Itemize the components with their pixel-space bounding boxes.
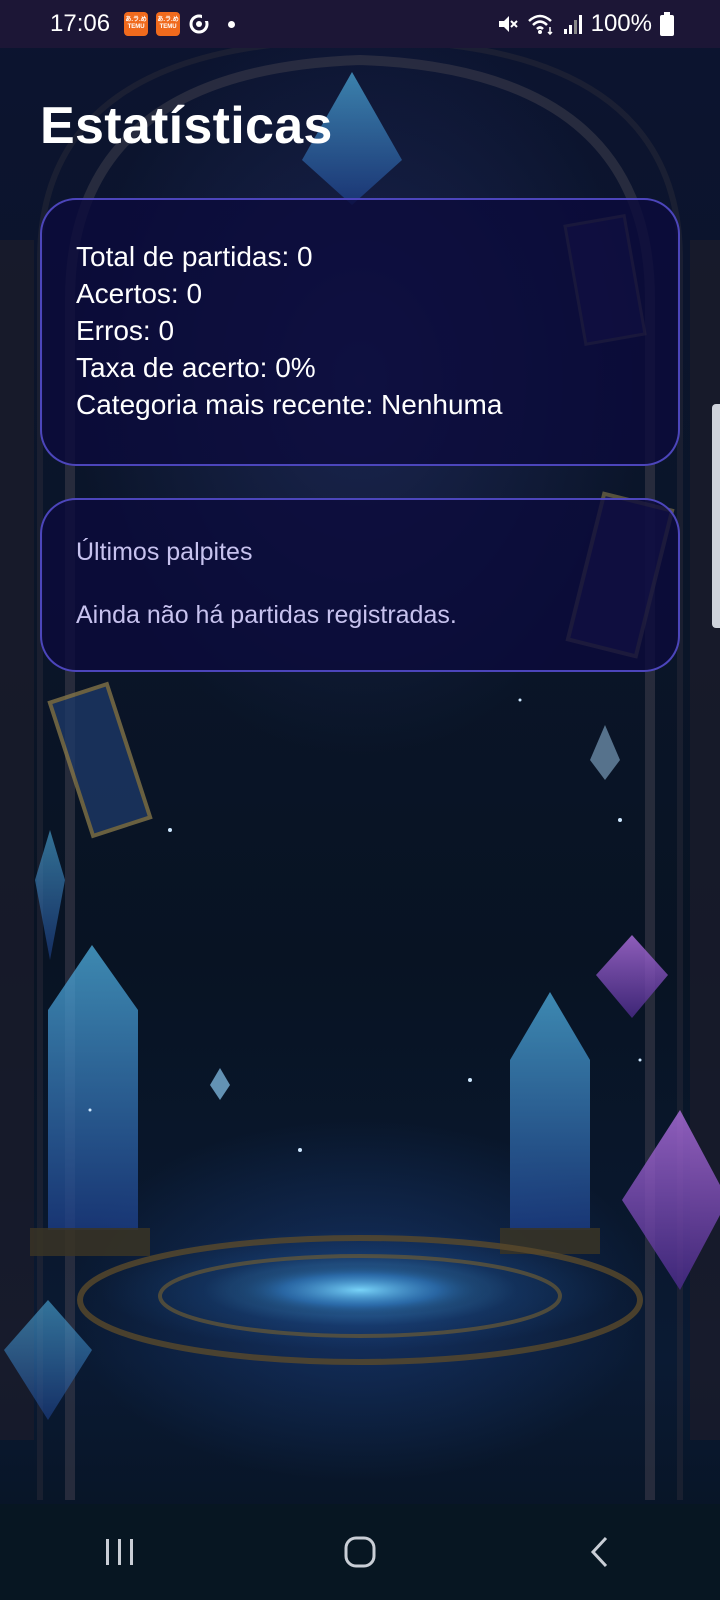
errors-text: Erros: 0 xyxy=(76,315,175,346)
temu-icon: あ.ラ.め TEMU xyxy=(124,12,149,36)
temu-icon-top-text: あ.ラ.め xyxy=(125,17,147,23)
status-right: 100% xyxy=(497,10,674,38)
dot-icon xyxy=(228,20,236,28)
wifi-icon xyxy=(527,14,553,35)
sync-ring-icon xyxy=(189,13,211,34)
recent-apps-icon xyxy=(106,1539,133,1565)
back-button[interactable] xyxy=(555,1517,645,1587)
recent-apps-button[interactable] xyxy=(75,1517,165,1587)
status-time: 17:06 xyxy=(50,10,111,37)
last-guesses-card: Últimos palpites Ainda não há partidas r… xyxy=(40,498,680,672)
navigation-bar xyxy=(0,1504,720,1600)
signal-icon xyxy=(563,15,582,34)
hits-text: Acertos: 0 xyxy=(76,278,203,309)
status-bar: 17:06 あ.ラ.め TEMU あ.ラ.め TEMU 100% xyxy=(0,0,720,48)
edge-panel-handle[interactable] xyxy=(712,404,720,628)
page-title: Estatísticas xyxy=(40,97,333,155)
recent-category-text: Categoria mais recente: Nenhuma xyxy=(76,389,503,420)
battery-icon xyxy=(660,12,674,36)
temu-icon-top-text: あ.ラ.め xyxy=(157,17,179,23)
status-left: 17:06 あ.ラ.め TEMU あ.ラ.め TEMU xyxy=(50,10,236,38)
total-games-text: Total de partidas: 0 xyxy=(76,241,313,272)
home-button[interactable] xyxy=(315,1517,405,1587)
empty-guesses-message: Ainda não há partidas registradas. xyxy=(76,601,457,629)
last-guesses-title: Últimos palpites xyxy=(76,538,253,566)
temu-icon-text: TEMU xyxy=(127,24,145,30)
app-screen: 17:06 あ.ラ.め TEMU あ.ラ.め TEMU 100% Estatís… xyxy=(0,0,720,1600)
stats-card: Total de partidas: 0 Acertos: 0 Erros: 0… xyxy=(40,198,680,466)
battery-percent: 100% xyxy=(590,10,652,37)
mute-icon xyxy=(498,16,518,32)
temu-icon: あ.ラ.め TEMU xyxy=(156,12,181,36)
temu-icon-text: TEMU xyxy=(159,24,177,30)
back-icon xyxy=(590,1536,608,1568)
hit-rate-text: Taxa de acerto: 0% xyxy=(76,352,316,383)
home-icon xyxy=(344,1536,376,1568)
